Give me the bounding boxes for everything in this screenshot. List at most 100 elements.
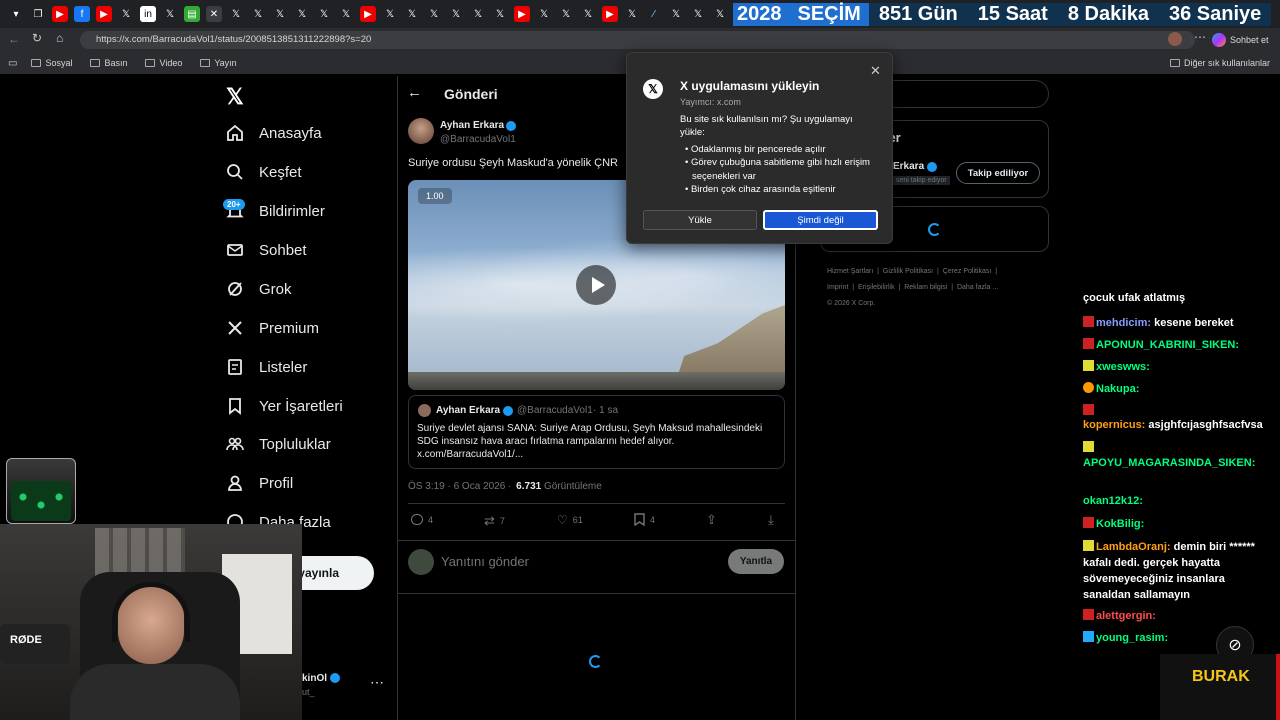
install-button[interactable]: Yükle	[643, 210, 757, 230]
tab-youtube[interactable]: ▶	[360, 6, 376, 22]
tab-x[interactable]: 𝕏	[668, 6, 684, 22]
author-avatar[interactable]	[408, 118, 434, 144]
account-more-icon[interactable]: ⋯	[370, 674, 384, 691]
more-icon[interactable]: ⋯	[1194, 30, 1206, 44]
tab-x[interactable]: 𝕏	[228, 6, 244, 22]
sidebar-item-communities[interactable]: Topluluklar	[225, 434, 331, 454]
retweet-action[interactable]: ⇄ 7	[484, 513, 505, 529]
tab-generic[interactable]: ▤	[184, 6, 200, 22]
reply-action[interactable]: 4	[411, 514, 433, 525]
sidebar-item-profile[interactable]: Profil	[225, 473, 293, 493]
copilot-chat-button[interactable]: Sohbet et	[1212, 30, 1269, 50]
tab-x[interactable]: 𝕏	[470, 6, 486, 22]
tweet-timestamp[interactable]: ÖS 3:19 · 6 Oca 2026 ·	[408, 481, 511, 492]
reply-icon	[411, 514, 423, 525]
tab-facebook[interactable]: f	[74, 6, 90, 22]
tab-x[interactable]: 𝕏	[338, 6, 354, 22]
playback-rate[interactable]: 1.00	[418, 188, 452, 204]
tab-youtube[interactable]: ▶	[52, 6, 68, 22]
other-bookmarks[interactable]: Diğer sık kullanılanlar	[1169, 58, 1270, 68]
tab-active-close[interactable]: ✕	[206, 6, 222, 22]
profile-avatar[interactable]	[1168, 32, 1182, 46]
tab-x[interactable]: 𝕏	[426, 6, 442, 22]
tab-x[interactable]: 𝕏	[492, 6, 508, 22]
tab-x[interactable]: 𝕏	[294, 6, 310, 22]
footer-link[interactable]: Erişilebilirlik	[858, 284, 895, 291]
following-button[interactable]: Takip ediliyor	[956, 162, 1040, 184]
back-icon[interactable]: ←	[8, 32, 20, 46]
footer-link[interactable]: Hizmet Şartları	[827, 268, 873, 275]
bookmark-folder[interactable]: Video	[145, 58, 182, 68]
back-arrow-icon[interactable]: ←	[407, 84, 422, 101]
like-action[interactable]: ♡ 61	[557, 513, 583, 527]
tab-x[interactable]: 𝕏	[580, 6, 596, 22]
sidebar-item-explore[interactable]: Keşfet	[225, 162, 302, 182]
bookmark-folder[interactable]: Basın	[90, 58, 127, 68]
bookmark-folder[interactable]: Sosyal	[31, 58, 72, 68]
dialog-close-icon[interactable]: ✕	[870, 63, 881, 79]
account-name: kinOl	[302, 673, 328, 684]
tweet-meta: ÖS 3:19 · 6 Oca 2026 · 6.731 Görüntüleme	[408, 481, 602, 492]
sidebar-item-bookmarks[interactable]: Yer İşaretleri	[225, 396, 343, 416]
reply-input[interactable]: Yanıtını gönder	[441, 554, 529, 569]
not-now-button[interactable]: Şimdi değil	[763, 210, 878, 230]
sidebar-item-grok[interactable]: Grok	[225, 279, 292, 299]
chat-message: LambdaOranj: demin biri ****** kafalı de…	[1083, 540, 1255, 601]
footer-link[interactable]: Daha fazla ...	[957, 284, 998, 291]
countdown-hours: 15 Saat	[967, 2, 1058, 26]
play-button[interactable]	[576, 265, 616, 305]
tab-x[interactable]: 𝕏	[690, 6, 706, 22]
footer-link[interactable]: Imprint	[827, 284, 848, 291]
chat-message: kopernicus: asjghfcıjasghfsacfvsa	[1083, 419, 1263, 431]
tab-youtube[interactable]: ▶	[96, 6, 112, 22]
tab-x[interactable]: 𝕏	[536, 6, 552, 22]
feature-item: • Birden çok cihaz arasında eşitlenir	[685, 183, 836, 195]
tab-x[interactable]: 𝕏	[624, 6, 640, 22]
wall-photos	[95, 528, 185, 578]
notifications-badge: 20+	[223, 199, 245, 210]
tab-x[interactable]: 𝕏	[404, 6, 420, 22]
sidebar-item-home[interactable]: Anasayfa	[225, 123, 322, 143]
tab-x[interactable]: 𝕏	[272, 6, 288, 22]
folder-icon	[200, 59, 211, 67]
x-logo[interactable]: 𝕏	[226, 84, 244, 110]
tab-actions-icon[interactable]: ❐	[30, 6, 46, 22]
tab-x[interactable]: 𝕏	[316, 6, 332, 22]
home-icon[interactable]: ⌂	[56, 31, 63, 45]
footer-link[interactable]: Reklam bilgisi	[904, 284, 947, 291]
bookmark-action[interactable]: 4	[634, 513, 655, 526]
chat-badge-icon	[1083, 338, 1094, 349]
tab-youtube[interactable]: ▶	[514, 6, 530, 22]
sidebar-item-label: Profil	[259, 474, 294, 492]
tab-x[interactable]: 𝕏	[250, 6, 266, 22]
person-name[interactable]: Erkara	[893, 161, 924, 172]
microphone: RØDE	[0, 624, 70, 664]
footer-link[interactable]: Çerez Politikası	[943, 268, 992, 275]
tab-youtube[interactable]: ▶	[602, 6, 618, 22]
streamer-name-tag: BURAK	[1160, 654, 1280, 720]
reading-list-icon[interactable]: ▭	[8, 58, 17, 69]
jar-image	[6, 458, 76, 524]
tab-x[interactable]: 𝕏	[162, 6, 178, 22]
reply-button[interactable]: Yanıtla	[728, 549, 784, 574]
sidebar-item-chat[interactable]: Sohbet	[225, 240, 307, 260]
share-icon[interactable]: ⇪	[706, 512, 717, 528]
tab-pen[interactable]: ⁄	[646, 6, 662, 22]
quoted-tweet[interactable]: Ayhan Erkara @BarracudaVol1 · 1 sa Suriy…	[408, 395, 785, 469]
tab-x[interactable]: 𝕏	[448, 6, 464, 22]
download-icon[interactable]: ⤓	[768, 512, 774, 528]
tab-x[interactable]: 𝕏	[712, 6, 728, 22]
tab-x[interactable]: 𝕏	[118, 6, 134, 22]
tab-list-icon[interactable]: ▾	[8, 6, 24, 22]
sidebar-item-lists[interactable]: Listeler	[225, 357, 307, 377]
tab-x[interactable]: 𝕏	[382, 6, 398, 22]
tab-x[interactable]: 𝕏	[558, 6, 574, 22]
reload-icon[interactable]: ↻	[32, 31, 42, 45]
tab-linkedin[interactable]: in	[140, 6, 156, 22]
sidebar-item-premium[interactable]: Premium	[225, 318, 319, 338]
bookmark-folder[interactable]: Yayın	[200, 58, 237, 68]
author-handle[interactable]: @BarracudaVol1	[440, 134, 516, 145]
author-name[interactable]: Ayhan Erkara	[440, 120, 504, 131]
footer-link[interactable]: Gizlilik Politikası	[883, 268, 933, 275]
url-field[interactable]: https://x.com/BarracudaVol1/status/20085…	[80, 31, 1195, 49]
